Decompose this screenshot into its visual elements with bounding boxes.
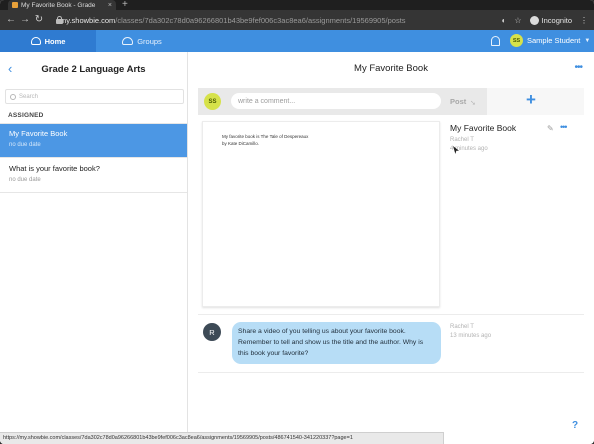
page-title: My Favorite Book (354, 63, 428, 74)
assignment-due: no due date (9, 177, 41, 183)
search-input[interactable]: Search (5, 89, 184, 104)
comment-composer: SS write a comment... Post ➘ + (198, 88, 584, 115)
divider (198, 372, 584, 373)
url-path: /classes/7da302c78d0a96266801b43be9fef00… (115, 15, 406, 25)
assignment-item-what-is-your-favorite-book[interactable]: What is your favorite book? no due date (0, 159, 187, 193)
back-chevron-icon[interactable]: ‹ (8, 61, 12, 76)
browser-window: My Favorite Book - Grade × + ← → ↻ my.sh… (0, 0, 594, 444)
browser-tab[interactable]: My Favorite Book - Grade × (8, 0, 116, 10)
incognito-badge[interactable]: Incognito (529, 15, 572, 25)
groups-label: Groups (137, 36, 162, 46)
assignment-name: What is your favorite book? (9, 164, 100, 173)
search-icon (10, 93, 16, 100)
groups-icon (122, 37, 134, 45)
post-more-icon[interactable]: ••• (560, 122, 568, 132)
assignment-due: no due date (9, 142, 41, 148)
nav-tab-home[interactable]: Home (0, 30, 96, 52)
avatar: SS (204, 93, 221, 110)
new-tab-button[interactable]: + (122, 0, 128, 10)
post-button[interactable]: Post (450, 97, 466, 106)
post-text: My favorite book is The Tale of Desperea… (222, 134, 309, 146)
nav-tab-groups[interactable]: Groups (96, 30, 188, 52)
assignments-sidebar: ‹ Grade 2 Language Arts Search ASSIGNED … (0, 52, 188, 444)
comment-bubble: Share a video of you telling us about yo… (232, 322, 441, 364)
search-placeholder: Search (19, 93, 39, 100)
url-host: my.showbie.com (60, 15, 116, 25)
comment-time: 13 minutes ago (450, 333, 492, 339)
chevron-down-icon: ▼ (584, 37, 591, 44)
help-button[interactable]: ? (572, 420, 578, 431)
add-post-area: + (487, 88, 584, 115)
comment-input[interactable]: write a comment... (231, 93, 441, 109)
notifications-bell-icon[interactable] (491, 36, 500, 46)
tab-strip: My Favorite Book - Grade × + (0, 0, 594, 10)
user-name: Sample Student (527, 36, 581, 45)
main-header: My Favorite Book ••• (188, 52, 594, 84)
app-header: Home Groups SS Sample Student ▼ (0, 30, 594, 52)
assignment-item-my-favorite-book[interactable]: My Favorite Book no due date (0, 124, 187, 158)
status-url-bar: https://my.showbie.com/classes/7da302c78… (0, 432, 444, 444)
browser-actions: ◐ ☆ Incognito ⋮ (502, 10, 588, 30)
comment-meta: Rachel T 13 minutes ago (450, 324, 491, 339)
add-post-button[interactable]: + (526, 90, 536, 110)
edit-pencil-icon[interactable]: ✎ (547, 124, 554, 133)
reload-icon[interactable]: ↻ (32, 10, 46, 30)
forward-arrow-icon[interactable]: → (18, 10, 32, 30)
incognito-label: Incognito (541, 15, 572, 25)
post-time: 4 minutes ago (450, 146, 488, 152)
avatar: R (203, 323, 221, 341)
user-menu[interactable]: SS Sample Student ▼ (510, 34, 590, 47)
url-field[interactable]: my.showbie.com/classes/7da302c78d0a96266… (56, 13, 406, 27)
post-author: Rachel T (450, 137, 474, 143)
home-label: Home (44, 36, 66, 46)
class-title: Grade 2 Language Arts (41, 63, 146, 75)
camera-blocked-icon[interactable]: ◐ (502, 16, 507, 25)
back-arrow-icon[interactable]: ← (4, 10, 18, 30)
sidebar-header: ‹ Grade 2 Language Arts (0, 52, 187, 86)
more-options-icon[interactable]: ••• (574, 62, 582, 73)
incognito-icon (529, 15, 539, 25)
assignment-name: My Favorite Book (9, 129, 68, 138)
tab-title: My Favorite Book - Grade (21, 1, 96, 9)
home-icon (30, 37, 41, 45)
section-heading: ASSIGNED (8, 112, 44, 119)
assignment-main: My Favorite Book ••• SS write a comment.… (188, 52, 594, 444)
comment-placeholder: write a comment... (238, 97, 296, 105)
comment-author: Rachel T (450, 324, 474, 330)
divider (198, 314, 584, 315)
address-bar: ← → ↻ my.showbie.com/classes/7da302c78d0… (0, 10, 594, 30)
close-tab-icon[interactable]: × (108, 2, 112, 9)
post-preview-card[interactable]: My favorite book is The Tale of Desperea… (202, 121, 440, 307)
browser-menu-icon[interactable]: ⋮ (580, 16, 588, 25)
avatar: SS (510, 34, 523, 47)
send-icon: ➘ (470, 100, 476, 107)
bookmark-star-icon[interactable]: ☆ (514, 16, 521, 25)
showbie-favicon-icon (12, 2, 18, 8)
